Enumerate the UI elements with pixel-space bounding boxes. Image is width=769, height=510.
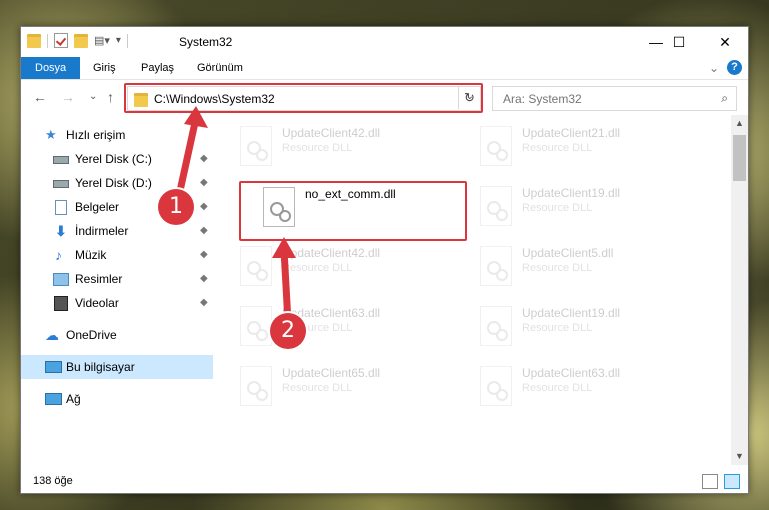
annotation-arrows xyxy=(174,106,296,323)
callout-step-2: 2 xyxy=(270,313,306,349)
arrow-to-address-bar xyxy=(174,117,200,201)
callout-step-1: 1 xyxy=(158,189,194,225)
arrowhead-icon xyxy=(272,237,296,258)
arrow-to-file xyxy=(280,249,292,323)
arrowhead-icon xyxy=(184,106,208,128)
